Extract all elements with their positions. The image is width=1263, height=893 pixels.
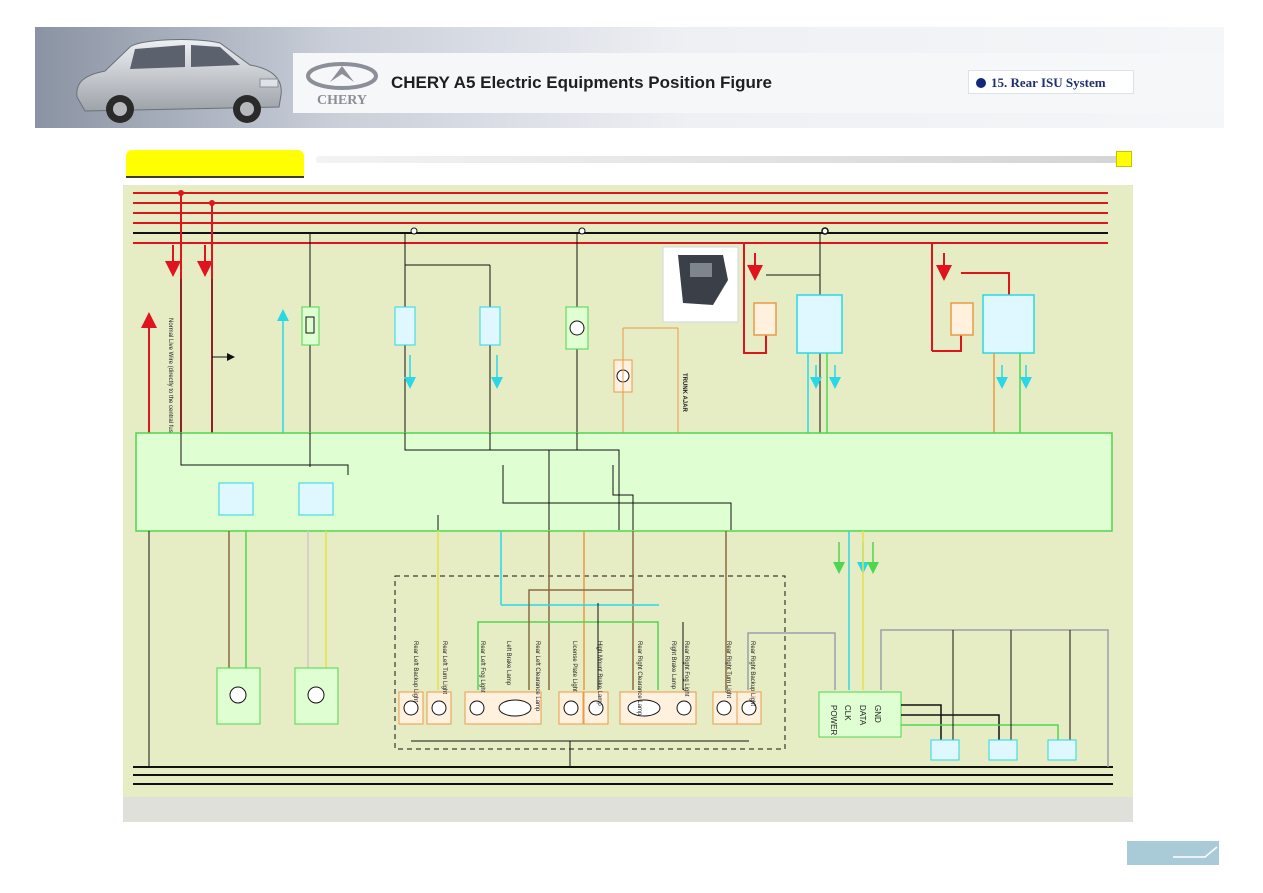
lamp-label: Rear Right Fog Light: [683, 641, 689, 697]
page-title: CHERY A5 Electric Equipments Position Fi…: [391, 73, 772, 92]
next-page-button[interactable]: [1127, 841, 1219, 865]
sensor-3: [1047, 739, 1077, 761]
section-badge: 15. Rear ISU System: [968, 70, 1134, 94]
svg-text:CHERY: CHERY: [317, 93, 367, 108]
lamp-label: Rear Left Backup Light: [412, 641, 418, 702]
sensor-2: [988, 739, 1018, 761]
lamp-label: Rear Left Fog Light: [479, 641, 485, 693]
bullet-icon: [976, 78, 986, 88]
relay-box-mid: [298, 482, 334, 516]
divider-end-marker: [1116, 151, 1132, 167]
sensor-1: [930, 739, 960, 761]
section-tab: [126, 150, 304, 178]
lamp-label: Right Brake Lamp: [670, 641, 676, 690]
trunk-latch-image: [662, 246, 739, 323]
lamp-label: Rear Right Clearance Lamp: [636, 641, 642, 716]
lamp-label: Rear Right Turn Light: [725, 641, 731, 698]
arrow-icon: [1173, 846, 1218, 858]
divider-bar: [316, 156, 1131, 163]
lamp-label: Left Brake Lamp: [505, 641, 511, 686]
bus-pin-label: DATA: [858, 705, 867, 726]
lamp-label: Rear Right Backup Light: [749, 641, 755, 706]
wiring-diagram: Normal Live Wire (directly to the centra…: [123, 185, 1133, 822]
section-title: 15. Rear ISU System: [991, 75, 1106, 90]
bus-pin-label: GND: [873, 705, 882, 723]
page-header: CHERY CHERY A5 Electric Equipments Posit…: [35, 27, 1224, 128]
lamp-label: Rear Left Clearance Lamp: [534, 641, 540, 712]
car-image: [76, 39, 282, 123]
lamp-label: Rear Left Turn Light: [441, 641, 447, 694]
chery-logo: CHERY: [306, 62, 378, 108]
trunk-label: TRUNK AJAR: [681, 373, 687, 412]
bus-pin-label: POWER: [829, 705, 838, 735]
lamp-label: High Mount Brake Lamp: [596, 641, 602, 706]
rear-isu-module: [135, 432, 1113, 532]
bus-pin-label: CLK: [843, 705, 852, 721]
relay-box-left: [218, 482, 254, 516]
relay-coil: [301, 306, 320, 346]
lamp-label: License Plate Light: [571, 641, 577, 692]
